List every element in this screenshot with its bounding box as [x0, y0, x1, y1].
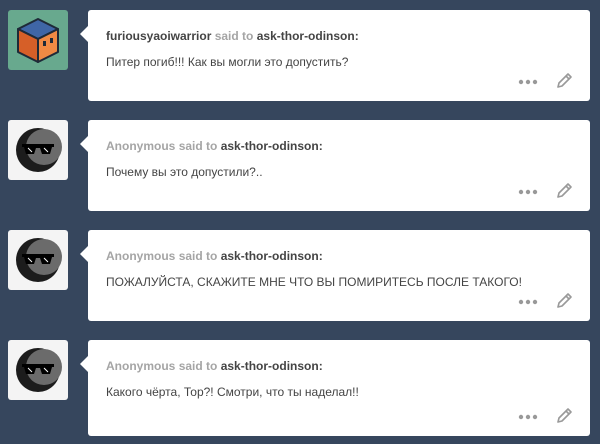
ask-header: Anonymous said to ask-thor-odinson:	[106, 139, 323, 153]
said-to-text: said to	[178, 249, 218, 263]
cube-avatar-icon	[8, 10, 68, 70]
asker-name: Anonymous	[106, 359, 176, 373]
recipient-name[interactable]: ask-thor-odinson:	[257, 29, 359, 43]
ask-feed: furiousyaoiwarrior said to ask-thor-odin…	[0, 0, 600, 444]
pencil-icon[interactable]	[554, 71, 574, 91]
recipient-name[interactable]: ask-thor-odinson:	[221, 139, 323, 153]
pencil-icon[interactable]	[554, 181, 574, 201]
said-to-text: said to	[178, 359, 218, 373]
recipient-name[interactable]: ask-thor-odinson:	[221, 249, 323, 263]
anonymous-sunglasses-icon	[8, 340, 68, 400]
anonymous-avatar	[8, 340, 68, 400]
ask-post: Anonymous said to ask-thor-odinson: Поче…	[0, 110, 600, 220]
ask-card: Anonymous said to ask-thor-odinson: Како…	[80, 340, 590, 436]
anonymous-sunglasses-icon	[8, 120, 68, 180]
question-text: ПОЖАЛУЙСТА, СКАЖИТЕ МНЕ ЧТО ВЫ ПОМИРИТЕС…	[106, 275, 522, 289]
ask-card: Anonymous said to ask-thor-odinson: Поче…	[80, 120, 590, 211]
said-to-text: said to	[214, 29, 254, 43]
anonymous-avatar	[8, 120, 68, 180]
more-dots-icon[interactable]	[518, 189, 538, 195]
user-avatar[interactable]	[8, 10, 68, 70]
anonymous-sunglasses-icon	[8, 230, 68, 290]
ask-card: furiousyaoiwarrior said to ask-thor-odin…	[80, 10, 590, 101]
pencil-icon[interactable]	[554, 406, 574, 426]
asker-name: Anonymous	[106, 249, 176, 263]
recipient-name[interactable]: ask-thor-odinson:	[221, 359, 323, 373]
question-text: Почему вы это допустили?..	[106, 165, 263, 179]
asker-name: Anonymous	[106, 139, 176, 153]
ask-header: Anonymous said to ask-thor-odinson:	[106, 249, 323, 263]
ask-post: Anonymous said to ask-thor-odinson: ПОЖА…	[0, 220, 600, 330]
anonymous-avatar	[8, 230, 68, 290]
more-dots-icon[interactable]	[518, 79, 538, 85]
question-text: Питер погиб!!! Как вы могли это допустит…	[106, 55, 349, 69]
question-text: Какого чёрта, Тор?! Смотри, что ты надел…	[106, 385, 359, 399]
more-dots-icon[interactable]	[518, 299, 538, 305]
ask-header: Anonymous said to ask-thor-odinson:	[106, 359, 323, 373]
pencil-icon[interactable]	[554, 291, 574, 311]
ask-card: Anonymous said to ask-thor-odinson: ПОЖА…	[80, 230, 590, 321]
said-to-text: said to	[178, 139, 218, 153]
ask-header: furiousyaoiwarrior said to ask-thor-odin…	[106, 29, 359, 43]
ask-post: Anonymous said to ask-thor-odinson: Како…	[0, 330, 600, 444]
asker-name[interactable]: furiousyaoiwarrior	[106, 29, 211, 43]
ask-post: furiousyaoiwarrior said to ask-thor-odin…	[0, 0, 600, 110]
more-dots-icon[interactable]	[518, 414, 538, 420]
